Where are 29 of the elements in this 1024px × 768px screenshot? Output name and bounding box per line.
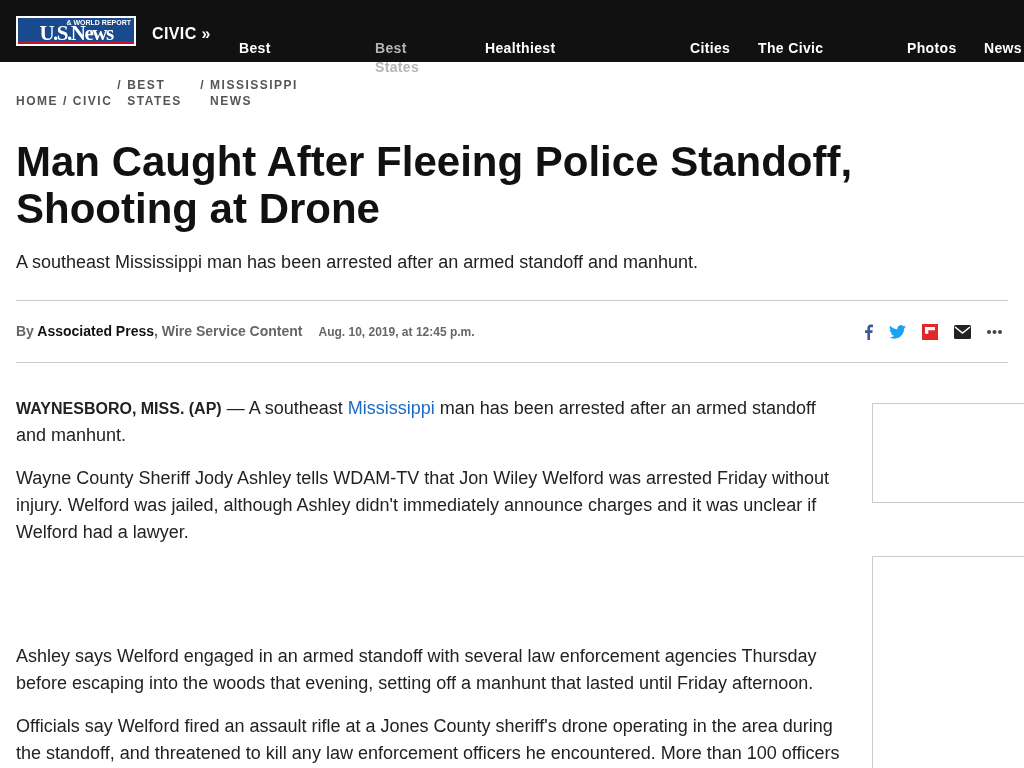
- byline: By Associated Press, Wire Service Content: [16, 322, 303, 341]
- nav-link[interactable]: Best States: [375, 39, 433, 77]
- mississippi-link[interactable]: Mississippi: [347, 398, 435, 418]
- article-paragraph: Officials say Welford fired an assault rifle at a Jones County sheriff's drone operating in the area during the standoff, and threatened to kill any law enforcement officers he encountered. More than 100 officers: [16, 715, 840, 765]
- nav-link[interactable]: Cities: [690, 39, 758, 77]
- publish-date: Aug. 10, 2019, at 12:45 p.m.: [318, 323, 475, 341]
- nav-link[interactable]: The Civic: [758, 39, 907, 77]
- nav-link[interactable]: Healthiest: [485, 39, 690, 77]
- breadcrumb-separator: /: [200, 77, 206, 93]
- article-title: Man Caught After Fleeing Police Standoff, Shooting at Drone: [15, 138, 854, 232]
- nav-link[interactable]: Best: [239, 39, 375, 77]
- facebook-icon[interactable]: [864, 323, 873, 340]
- flipboard-icon[interactable]: [922, 323, 938, 340]
- breadcrumb-link[interactable]: MISSISSIPPI NEWS: [210, 77, 335, 109]
- breadcrumb-link[interactable]: CIVIC: [72, 93, 113, 109]
- article-paragraph: Ashley says Welford engaged in an armed standoff with several law enforcement agencies Thursday before escaping into the woods that evening, setting off a manhunt that lasted until Friday afternoon.: [16, 645, 818, 695]
- article-paragraph: WAYNESBORO, MISS. (AP) — A southeast Mississippi man has been arrested after an armed standoff and manhunt.: [16, 397, 817, 447]
- article-subtitle: A southeast Mississippi man has been arrested after an armed standoff and manhunt.: [15, 251, 700, 274]
- twitter-icon[interactable]: [889, 324, 906, 339]
- nav-link[interactable]: News: [984, 39, 1024, 77]
- nav-link[interactable]: Photos: [907, 39, 984, 77]
- envelope-icon[interactable]: [954, 324, 971, 339]
- breadcrumb-link[interactable]: BEST STATES: [127, 77, 196, 109]
- article-paragraph: Wayne County Sheriff Jody Ashley tells WDAM-TV that Jon Wiley Welford was arrested Friday without injury. Welford was jailed, although Ashley didn't immediately announce charges and it was unclear if Welford had a lawyer.: [16, 467, 830, 544]
- breadcrumb-separator: /: [117, 77, 123, 93]
- more-icon[interactable]: [987, 329, 1002, 334]
- section-link[interactable]: CIVIC »: [152, 22, 215, 46]
- breadcrumb-separator: /: [63, 93, 68, 109]
- breadcrumb-link[interactable]: HOME: [16, 93, 58, 109]
